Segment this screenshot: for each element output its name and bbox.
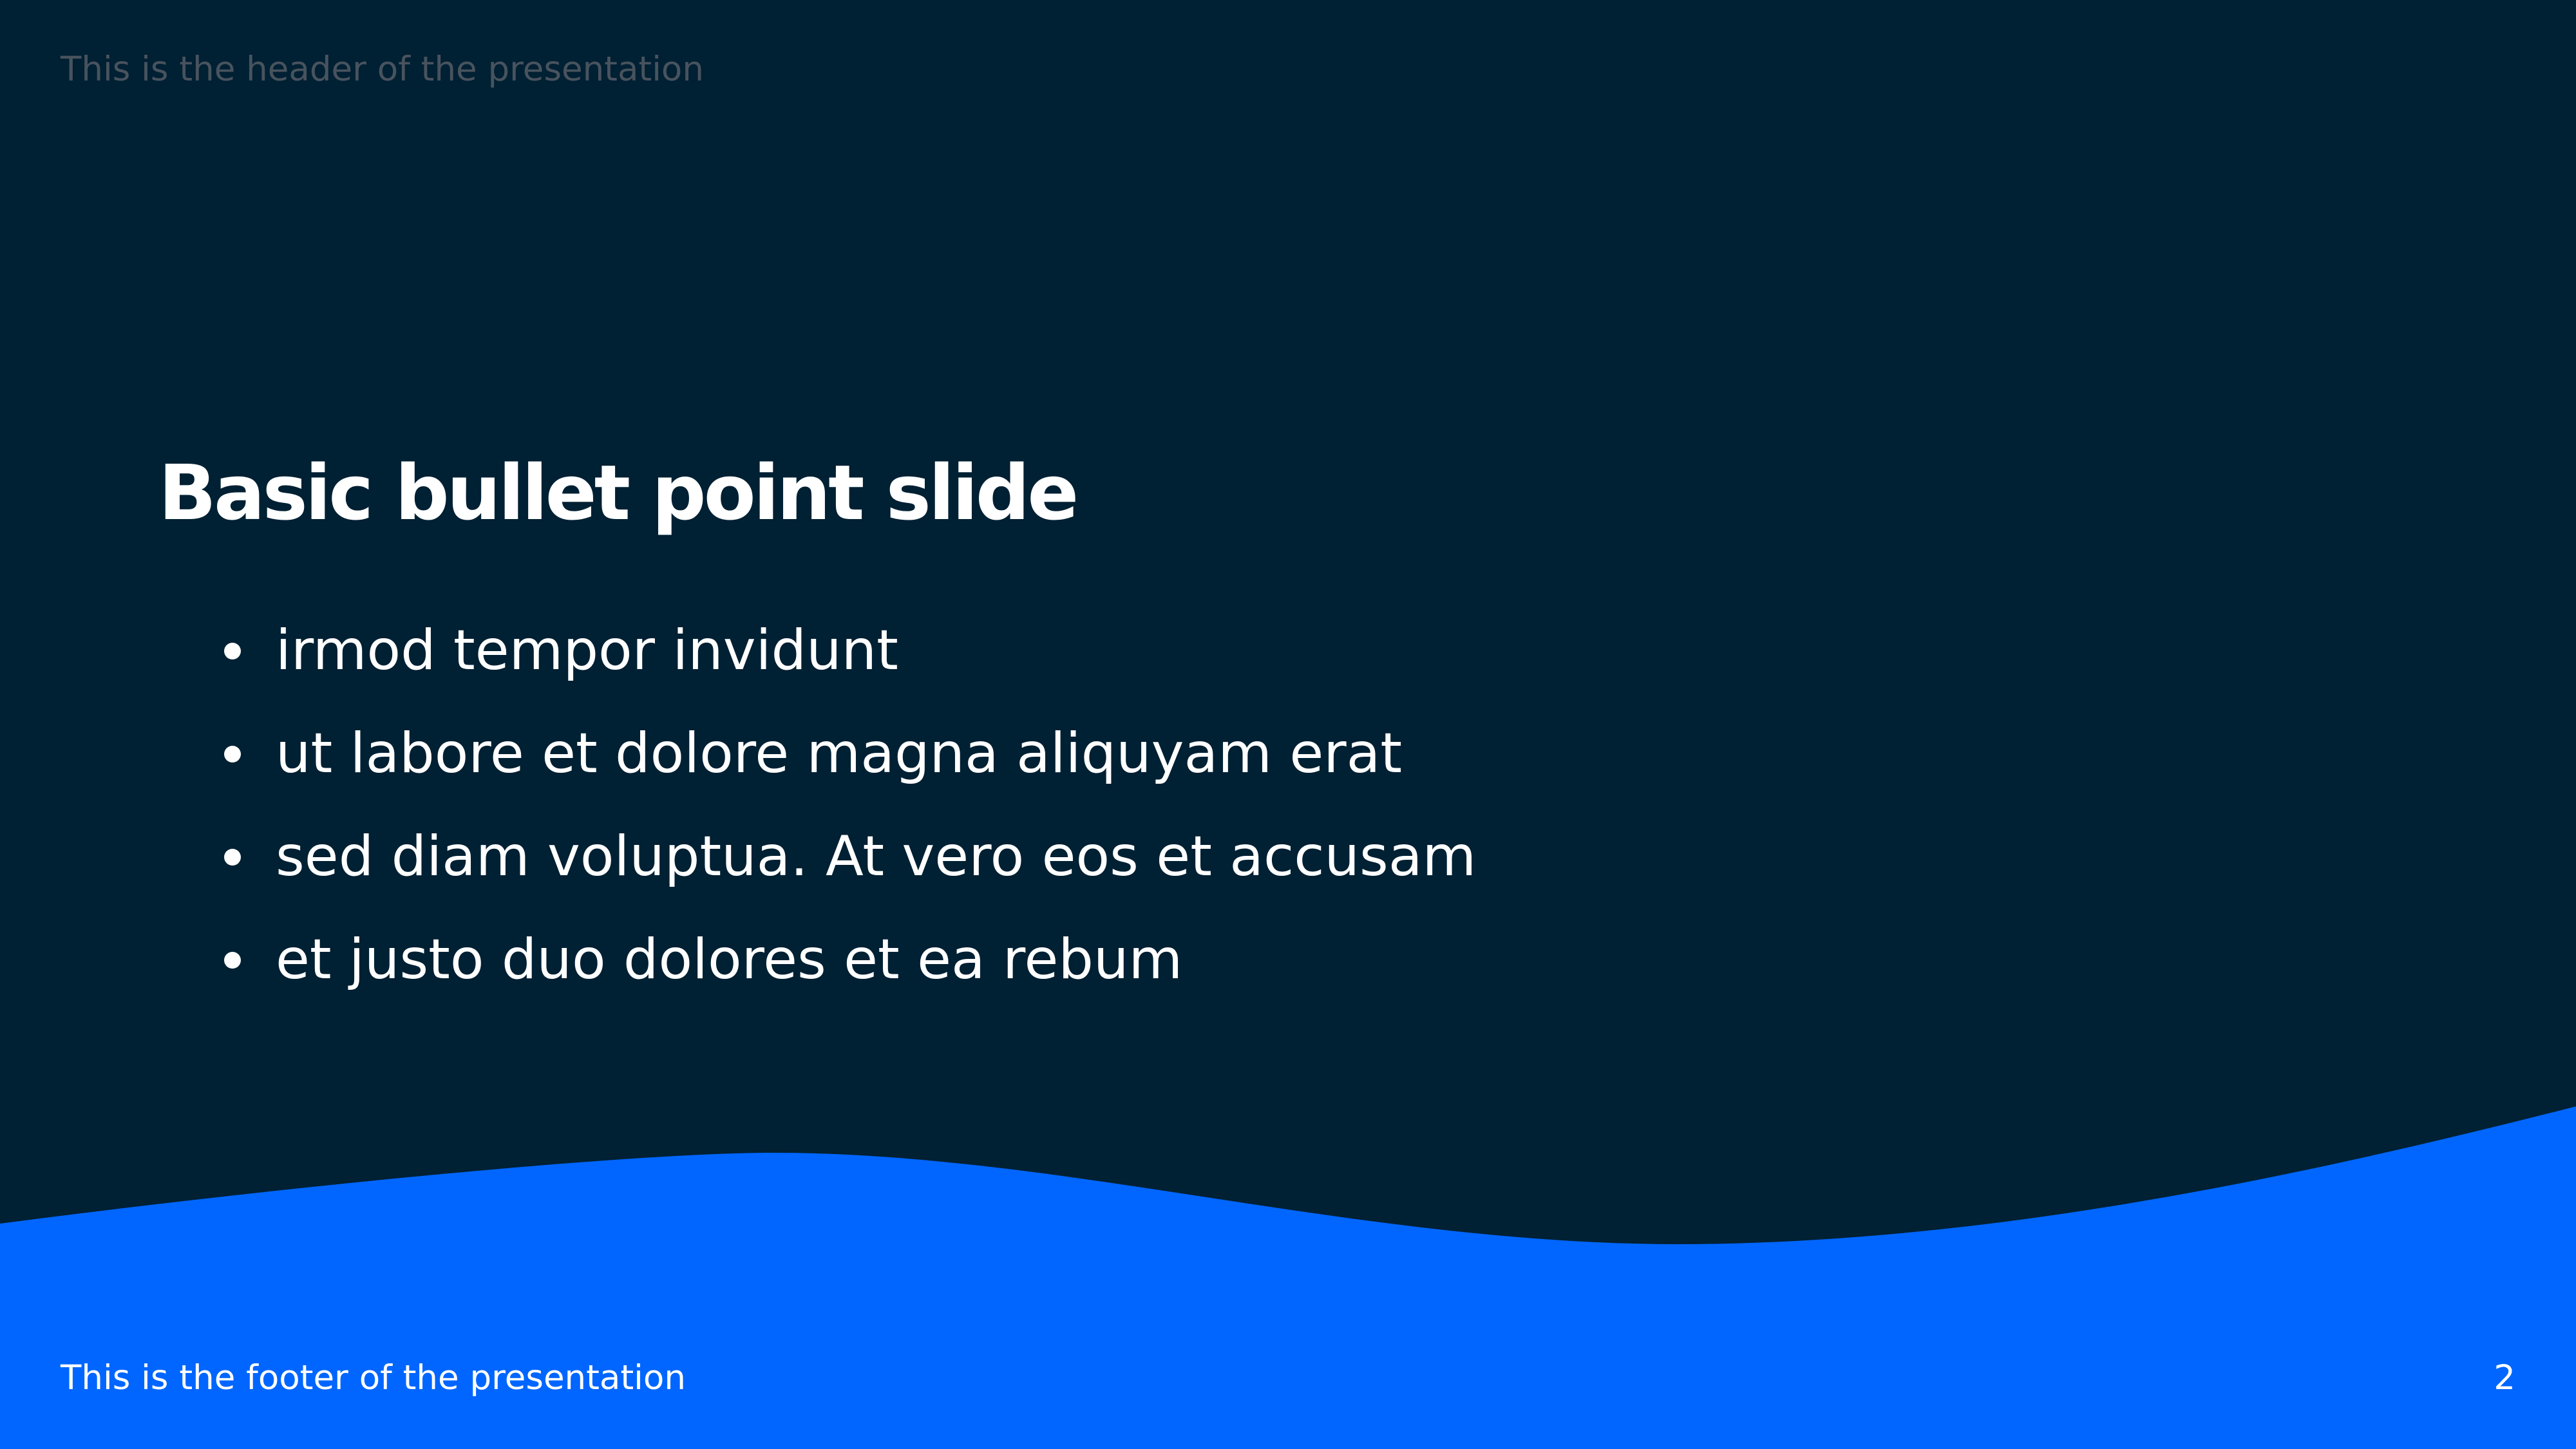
- bullet-dot-icon: [224, 952, 241, 969]
- page-number: 2: [2494, 1358, 2515, 1397]
- slide-header: This is the header of the presentation: [61, 50, 704, 89]
- presentation-slide: This is the header of the presentation B…: [0, 0, 2576, 1449]
- bullet-dot-icon: [224, 746, 241, 762]
- bullet-list: irmod tempor invidunt ut labore et dolor…: [219, 599, 1476, 1011]
- bullet-text: ut labore et dolore magna aliquyam erat: [276, 721, 1403, 786]
- bullet-text: sed diam voluptua. At vero eos et accusa…: [276, 824, 1477, 889]
- bullet-dot-icon: [224, 849, 241, 866]
- bullet-item: sed diam voluptua. At vero eos et accusa…: [219, 805, 1476, 908]
- bullet-text: et justo duo dolores et ea rebum: [276, 927, 1183, 992]
- bullet-dot-icon: [224, 643, 241, 659]
- bullet-item: et justo duo dolores et ea rebum: [219, 908, 1476, 1011]
- bullet-item: ut labore et dolore magna aliquyam erat: [219, 702, 1476, 805]
- slide-title: Basic bullet point slide: [158, 448, 1079, 537]
- slide-footer: This is the footer of the presentation: [61, 1358, 686, 1397]
- bullet-item: irmod tempor invidunt: [219, 599, 1476, 702]
- bullet-text: irmod tempor invidunt: [276, 618, 898, 683]
